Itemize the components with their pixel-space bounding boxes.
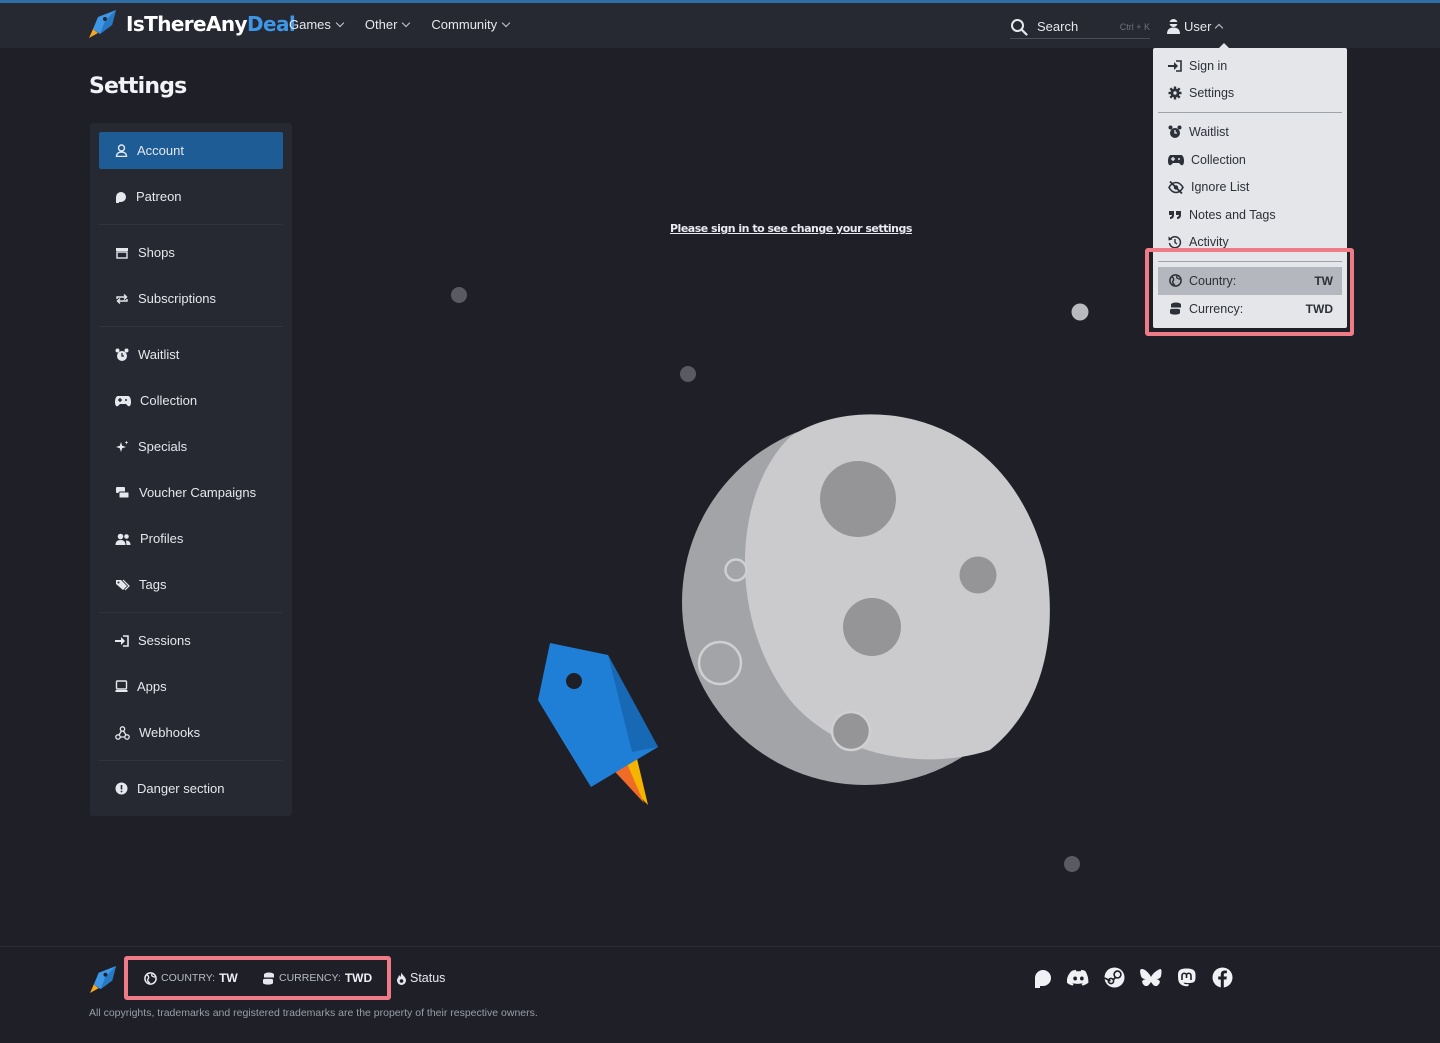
- patreon-icon: [1034, 969, 1051, 988]
- footer-currency-value: TWD: [344, 971, 373, 985]
- footer-currency-label: CURRENCY:: [279, 972, 341, 984]
- footer-copyright: All copyrights, trademarks and registere…: [89, 1007, 538, 1019]
- social-bluesky[interactable]: [1139, 966, 1162, 989]
- social-patreon[interactable]: [1031, 966, 1054, 989]
- globe-icon: [144, 971, 157, 985]
- discord-icon: [1067, 969, 1089, 986]
- coins-icon: [263, 972, 274, 985]
- footer-logo[interactable]: [89, 965, 118, 994]
- rocket-logo-icon: [89, 965, 117, 994]
- footer-country-label: COUNTRY:: [161, 972, 216, 984]
- social-steam[interactable]: [1103, 966, 1126, 989]
- space-illustration: [451, 287, 1089, 872]
- social-mastodon[interactable]: [1175, 966, 1198, 989]
- footer: COUNTRY: TW CURRENCY: TWD Status All cop…: [0, 946, 1440, 1043]
- steam-icon: [1104, 967, 1125, 988]
- bluesky-icon: [1139, 968, 1161, 986]
- footer-currency-selector[interactable]: CURRENCY: TWD: [262, 971, 372, 985]
- social-facebook[interactable]: [1211, 966, 1234, 989]
- mastodon-icon: [1178, 968, 1196, 986]
- footer-status-link[interactable]: Status: [396, 971, 445, 985]
- footer-country-value: TW: [219, 971, 238, 985]
- rocket-illustration: [538, 643, 658, 805]
- moon-illustration: [682, 414, 1050, 785]
- social-discord[interactable]: [1067, 966, 1090, 989]
- facebook-icon: [1212, 967, 1233, 988]
- fire-icon: [397, 972, 406, 985]
- social-links: [1031, 966, 1234, 989]
- footer-country-selector[interactable]: COUNTRY: TW: [144, 971, 238, 985]
